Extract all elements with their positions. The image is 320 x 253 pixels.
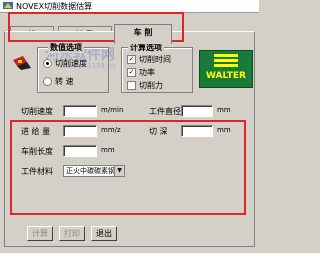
app-icon <box>3 2 13 9</box>
value-options-title: 数值选项 <box>48 42 84 53</box>
material-select[interactable]: 正火中碳碳素钢 ▼ <box>63 165 125 177</box>
calculate-button[interactable]: 计算 <box>27 226 53 241</box>
value-options-group: 数值选项 切削速度 转 速 <box>37 42 109 93</box>
radio-cutting-speed-label: 切削速度 <box>55 59 87 68</box>
checkbox-cutting-time[interactable]: ✓ <box>127 55 136 64</box>
tab-turning[interactable]: 车 削 <box>114 24 172 44</box>
turning-length-label: 车削长度 <box>21 147 53 156</box>
cutting-speed-input[interactable] <box>63 105 97 117</box>
turning-length-unit: mm <box>101 146 115 154</box>
feed-label: 进 给 量 <box>21 127 51 136</box>
feed-unit: mm/z <box>101 126 121 134</box>
calculate-button-label: 计算 <box>32 229 48 238</box>
checkbox-power[interactable]: ✓ <box>127 68 136 77</box>
chevron-down-icon[interactable]: ▼ <box>114 166 124 176</box>
radio-cutting-speed[interactable] <box>43 59 52 68</box>
walter-logo: WALTER <box>199 50 253 88</box>
window-title: NOVEX切削数据估算 <box>16 2 93 11</box>
print-button-label: 打印 <box>64 229 80 238</box>
tab-turning-label: 车 削 <box>133 28 153 37</box>
walter-logo-mark <box>214 54 238 67</box>
checkbox-cutting-time-label: 切削时间 <box>139 55 171 64</box>
feed-input[interactable] <box>63 125 97 137</box>
cutting-speed-label: 切削速度 <box>21 107 53 116</box>
radio-rpm-label: 转 速 <box>55 77 74 86</box>
checkbox-cutting-force[interactable] <box>127 81 136 90</box>
material-label: 工件材料 <box>21 167 53 176</box>
cutting-tool-icon <box>13 56 31 70</box>
depth-of-cut-unit: mm <box>217 126 231 134</box>
walter-logo-text: WALTER <box>206 71 246 81</box>
turning-length-input[interactable] <box>63 145 97 157</box>
radio-rpm[interactable] <box>43 77 52 86</box>
exit-button-label: 退出 <box>96 229 112 238</box>
depth-of-cut-input[interactable] <box>181 125 213 137</box>
workpiece-diameter-input[interactable] <box>181 105 213 117</box>
calc-options-group: 计算选项 ✓ 切削时间 ✓ 功率 切削力 <box>121 42 193 93</box>
checkbox-power-label: 功率 <box>139 68 155 77</box>
exit-button[interactable]: 退出 <box>91 226 117 241</box>
cutting-speed-unit: m/min <box>101 106 124 114</box>
tab-panel: 河东软件网 www.pc0359.cn 数值选项 切削速度 转 速 计算选项 ✓… <box>4 31 255 247</box>
checkbox-cutting-force-label: 切削力 <box>139 81 163 90</box>
workpiece-diameter-unit: mm <box>217 106 231 114</box>
material-select-value: 正火中碳碳素钢 <box>66 167 115 175</box>
depth-of-cut-label: 切 深 <box>149 127 168 136</box>
print-button[interactable]: 打印 <box>59 226 85 241</box>
workpiece-diameter-label: 工件直径 <box>149 107 181 116</box>
